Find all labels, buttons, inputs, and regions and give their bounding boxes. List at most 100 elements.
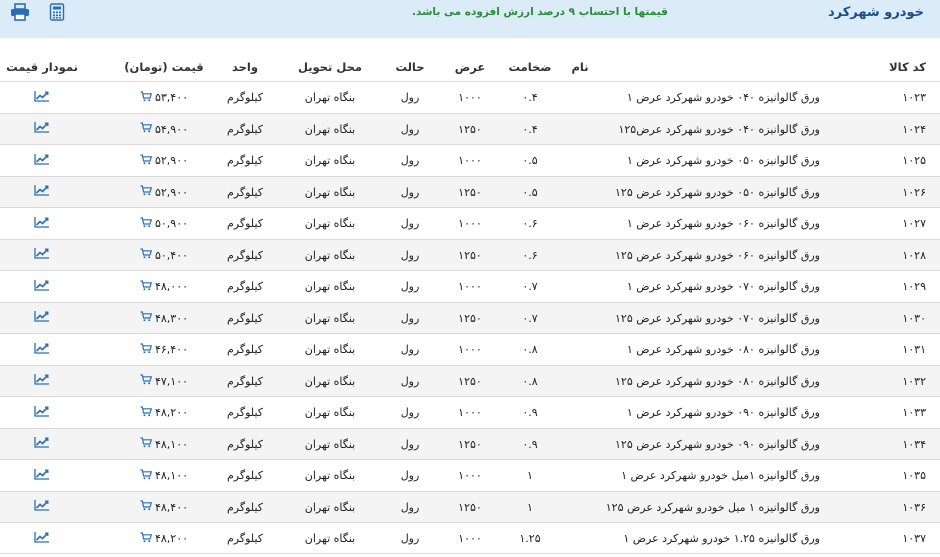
cell-width: ۱۲۵۰: [458, 374, 482, 388]
cell-thickness: ۱: [527, 469, 533, 482]
price-chart-icon[interactable]: [34, 303, 50, 334]
cart-icon[interactable]: [140, 461, 153, 492]
price-chart-icon[interactable]: [34, 398, 50, 429]
cell-chart: [4, 82, 80, 113]
price-chart-icon[interactable]: [34, 429, 50, 460]
price-chart-icon[interactable]: [34, 209, 50, 240]
cart-icon[interactable]: [140, 492, 153, 523]
cell-chart: [4, 397, 80, 428]
cell-location: بنگاه تهران: [304, 469, 356, 482]
cell-location: بنگاه تهران: [304, 406, 356, 419]
cell-state: رول: [400, 343, 420, 356]
cart-icon[interactable]: [140, 366, 153, 397]
price-chart-icon[interactable]: [34, 335, 50, 366]
table-row: ۱۰۳۲ ورق گالوانیزه ۰۸۰ خودرو شهرکرد عرض ۱…: [0, 364, 940, 397]
top-bar: خودرو شهرکرد قیمتها با احتساب ۹ درصد ارز…: [0, 0, 940, 38]
cart-icon[interactable]: [140, 398, 153, 429]
cell-width: ۱۰۰۰: [458, 532, 482, 545]
price-chart-icon[interactable]: [34, 524, 50, 555]
price-value: ۴۸,۲۰۰: [154, 532, 189, 545]
cell-location: بنگاه تهران: [304, 248, 356, 262]
price-value: ۴۸,۱۰۰: [154, 469, 189, 482]
cell-chart: [4, 114, 80, 145]
calculator-icon[interactable]: [49, 3, 69, 21]
header-code: کد کالا: [889, 60, 926, 74]
table-header: کد کالا نام ضخامت عرض حالت محل تحویل واح…: [0, 54, 940, 80]
cell-width: ۱۲۵۰: [458, 500, 482, 514]
cart-icon[interactable]: [140, 177, 153, 208]
cell-state: رول: [400, 500, 420, 514]
cart-icon[interactable]: [140, 303, 153, 334]
cell-thickness: ۰.۶: [522, 248, 538, 262]
cell-chart: [4, 208, 80, 239]
cell-thickness: ۰.۸: [522, 343, 538, 356]
cell-price: ۴۸,۰۰۰: [116, 271, 212, 302]
cell-chart: [4, 177, 80, 208]
cell-chart: [4, 429, 80, 460]
cell-code: ۱۰۳۳: [902, 406, 926, 419]
cell-chart: [4, 492, 80, 523]
cell-thickness: ۰.۷: [522, 311, 538, 325]
cell-location: بنگاه تهران: [304, 280, 356, 293]
cell-state: رول: [400, 374, 420, 388]
price-value: ۴۸,۱۰۰: [154, 437, 189, 451]
cell-unit: کیلوگرم: [227, 217, 263, 230]
cell-code: ۱۰۲۷: [902, 217, 926, 230]
price-chart-icon[interactable]: [34, 366, 50, 397]
header-thickness: ضخامت: [508, 60, 552, 74]
table-row: ۱۰۳۰ ورق گالوانیزه ۰۷۰ خودرو شهرکرد عرض ۱…: [0, 301, 940, 334]
cell-unit: کیلوگرم: [227, 280, 263, 293]
price-value: ۵۰,۴۰۰: [154, 248, 189, 262]
cart-icon[interactable]: [140, 429, 153, 460]
cell-location: بنگاه تهران: [304, 217, 356, 230]
price-chart-icon[interactable]: [34, 177, 50, 208]
cell-code: ۱۰۳۱: [902, 343, 926, 356]
cart-icon[interactable]: [140, 272, 153, 303]
cell-location: بنگاه تهران: [304, 437, 356, 451]
cell-price: ۴۸,۱۰۰: [116, 460, 212, 491]
cell-chart: [4, 271, 80, 302]
header-chart: نمودار قیمت: [6, 60, 78, 74]
cell-unit: کیلوگرم: [227, 532, 263, 545]
cell-location: بنگاه تهران: [304, 343, 356, 356]
cell-location: بنگاه تهران: [304, 91, 356, 104]
cell-chart: [4, 240, 80, 271]
table-row: ۱۰۲۳ ورق گالوانیزه ۰۴۰ خودرو شهرکرد عرض ۱…: [0, 81, 940, 113]
header-price: قیمت (تومان): [124, 60, 204, 74]
cart-icon[interactable]: [140, 524, 153, 555]
price-chart-icon[interactable]: [34, 146, 50, 177]
cell-chart: [4, 460, 80, 491]
cell-thickness: ۱: [527, 500, 533, 514]
cell-thickness: ۰.۹: [522, 406, 538, 419]
table-row: ۱۰۳۳ ورق گالوانیزه ۰۹۰ خودرو شهرکرد عرض ۱…: [0, 396, 940, 428]
price-chart-icon[interactable]: [34, 83, 50, 114]
cell-chart: [4, 303, 80, 334]
cell-width: ۱۰۰۰: [458, 469, 482, 482]
header-unit: واحد: [231, 60, 259, 74]
price-chart-icon[interactable]: [34, 240, 50, 271]
cell-code: ۱۰۲۳: [902, 91, 926, 104]
cell-location: بنگاه تهران: [304, 500, 356, 514]
cell-code: ۱۰۲۸: [902, 248, 926, 262]
cell-state: رول: [400, 248, 420, 262]
cart-icon[interactable]: [140, 240, 153, 271]
cell-code: ۱۰۳۰: [902, 311, 926, 325]
cart-icon[interactable]: [140, 83, 153, 114]
price-chart-icon[interactable]: [34, 461, 50, 492]
print-icon[interactable]: [10, 3, 30, 21]
cart-icon[interactable]: [140, 146, 153, 177]
price-value: ۴۸,۴۰۰: [154, 500, 189, 514]
table-row: ۱۰۳۶ ورق گالوانیزه ۱ میل خودرو شهرکرد عرض…: [0, 490, 940, 523]
price-chart-icon[interactable]: [34, 272, 50, 303]
price-chart-icon[interactable]: [34, 492, 50, 523]
cell-state: رول: [400, 185, 420, 199]
cell-code: ۱۰۳۵: [902, 469, 926, 482]
cart-icon[interactable]: [140, 114, 153, 145]
cell-chart: [4, 334, 80, 365]
cell-location: بنگاه تهران: [304, 311, 356, 325]
cell-width: ۱۰۰۰: [458, 217, 482, 230]
price-chart-icon[interactable]: [34, 114, 50, 145]
cart-icon[interactable]: [140, 209, 153, 240]
cart-icon[interactable]: [140, 335, 153, 366]
cell-price: ۵۳,۴۰۰: [116, 82, 212, 113]
